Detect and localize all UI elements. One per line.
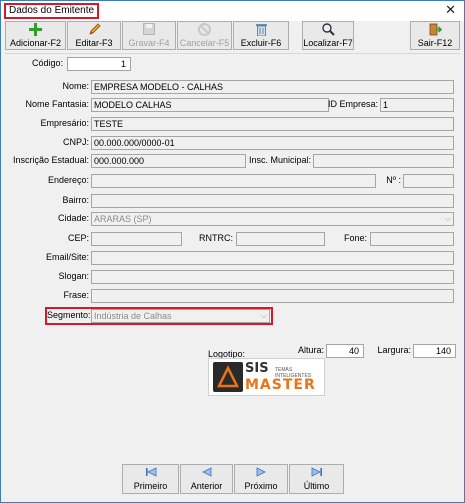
cidade-value: ARARAS (SP) (94, 214, 152, 224)
exit-button-label: Sair-F12 (417, 38, 453, 48)
numero-label: Nº : (386, 175, 401, 185)
endereco-field[interactable] (91, 174, 376, 188)
cep-label: CEP: (67, 233, 89, 243)
cancel-button-label: Cancelar-F5 (179, 38, 230, 48)
segmento-label: Segmento: (47, 310, 91, 320)
exit-icon (411, 23, 459, 38)
nome-fantasia-field[interactable]: MODELO CALHAS (91, 98, 329, 112)
codigo-field[interactable]: 1 (67, 57, 131, 71)
delete-button-label: Excluir-F6 (240, 38, 282, 48)
logo-mark-icon (213, 362, 243, 392)
slogan-label: Slogan: (58, 271, 89, 281)
largura-field[interactable]: 140 (413, 344, 456, 358)
endereco-label: Endereço: (47, 175, 89, 185)
empresario-field[interactable]: TESTE (91, 117, 454, 131)
save-button[interactable]: Gravar-F4 (122, 21, 176, 50)
title-bar: Dados do Emitente ✕ (1, 1, 464, 21)
frase-field[interactable] (91, 289, 454, 303)
save-icon (123, 23, 175, 38)
edit-button[interactable]: Editar-F3 (67, 21, 121, 50)
search-button[interactable]: Localizar-F7 (302, 21, 354, 50)
logo-brand-bottom: MASTER (245, 377, 316, 393)
cidade-select[interactable]: ARARAS (SP) ⌵ (91, 212, 454, 226)
delete-button[interactable]: Excluir-F6 (233, 21, 289, 50)
chevron-down-icon: ⌵ (260, 311, 267, 320)
rntrc-field[interactable] (236, 232, 325, 246)
id-empresa-label: ID Empresa: (327, 99, 378, 109)
previous-button-label: Anterior (190, 481, 223, 491)
first-icon (123, 467, 178, 481)
last-icon (290, 467, 343, 481)
inscricao-estadual-field[interactable]: 000.000.000 (91, 154, 246, 168)
previous-button[interactable]: Anterior (180, 464, 233, 494)
logo-image[interactable]: SIS TEMAS INTELIGENTES MASTER (208, 358, 325, 396)
inscricao-municipal-label: Insc. Municipal: (249, 155, 312, 165)
altura-field[interactable]: 40 (326, 344, 364, 358)
nome-label: Nome: (62, 81, 89, 91)
nome-fantasia-label: Nome Fantasia: (25, 99, 89, 109)
toolbar: Adicionar-F2 Editar-F3 Gravar-F4 Cancela… (1, 21, 464, 51)
fone-label: Fone: (343, 233, 367, 243)
emitente-window: Dados do Emitente ✕ Adicionar-F2 Editar-… (0, 0, 465, 503)
frase-label: Frase: (63, 290, 89, 300)
first-button[interactable]: Primeiro (122, 464, 179, 494)
cep-field[interactable] (91, 232, 182, 246)
next-button[interactable]: Próximo (234, 464, 288, 494)
email-site-label: Email/Site: (45, 252, 89, 262)
nome-field[interactable]: EMPRESA MODELO - CALHAS (91, 80, 454, 94)
slogan-field[interactable] (91, 270, 454, 284)
id-empresa-field[interactable]: 1 (380, 98, 454, 112)
add-button-label: Adicionar-F2 (9, 38, 62, 48)
next-button-label: Próximo (244, 481, 278, 491)
search-button-label: Localizar-F7 (303, 38, 353, 48)
numero-field[interactable] (403, 174, 454, 188)
search-icon (303, 23, 353, 38)
cidade-label: Cidade: (57, 213, 89, 223)
add-button[interactable]: Adicionar-F2 (5, 21, 66, 50)
window-title: Dados do Emitente (4, 3, 100, 19)
close-icon[interactable]: ✕ (445, 3, 456, 17)
cnpj-label: CNPJ: (62, 137, 89, 147)
fone-field[interactable] (370, 232, 454, 246)
cnpj-field[interactable]: 00.000.000/0000-01 (91, 136, 454, 150)
segmento-select[interactable]: Indústria de Calhas ⌵ (91, 309, 270, 323)
cancel-button[interactable]: Cancelar-F5 (177, 21, 232, 50)
bairro-label: Bairro: (62, 195, 89, 205)
altura-label: Altura: (297, 345, 324, 355)
email-site-field[interactable] (91, 251, 454, 265)
logo-brand-big: SIS (245, 361, 269, 376)
bairro-field[interactable] (91, 194, 454, 208)
cancel-icon (178, 23, 231, 38)
toolbar-divider (5, 53, 460, 54)
rntrc-label: RNTRC: (199, 233, 233, 243)
last-button[interactable]: Último (289, 464, 344, 494)
first-button-label: Primeiro (133, 481, 168, 491)
largura-label: Largura: (377, 345, 411, 355)
add-icon (6, 23, 65, 38)
inscricao-municipal-field[interactable] (313, 154, 454, 168)
trash-icon (234, 23, 288, 38)
last-button-label: Último (303, 481, 330, 491)
chevron-down-icon: ⌵ (444, 214, 451, 223)
exit-button[interactable]: Sair-F12 (410, 21, 460, 50)
empresario-label: Empresário: (40, 118, 89, 128)
pencil-icon (68, 23, 120, 38)
segmento-value: Indústria de Calhas (94, 311, 172, 321)
save-button-label: Gravar-F4 (128, 38, 170, 48)
edit-button-label: Editar-F3 (75, 38, 113, 48)
codigo-label: Código: (31, 58, 63, 68)
next-icon (235, 467, 287, 481)
prev-icon (181, 467, 232, 481)
inscricao-estadual-label: Inscrição Estadual: (12, 155, 89, 165)
